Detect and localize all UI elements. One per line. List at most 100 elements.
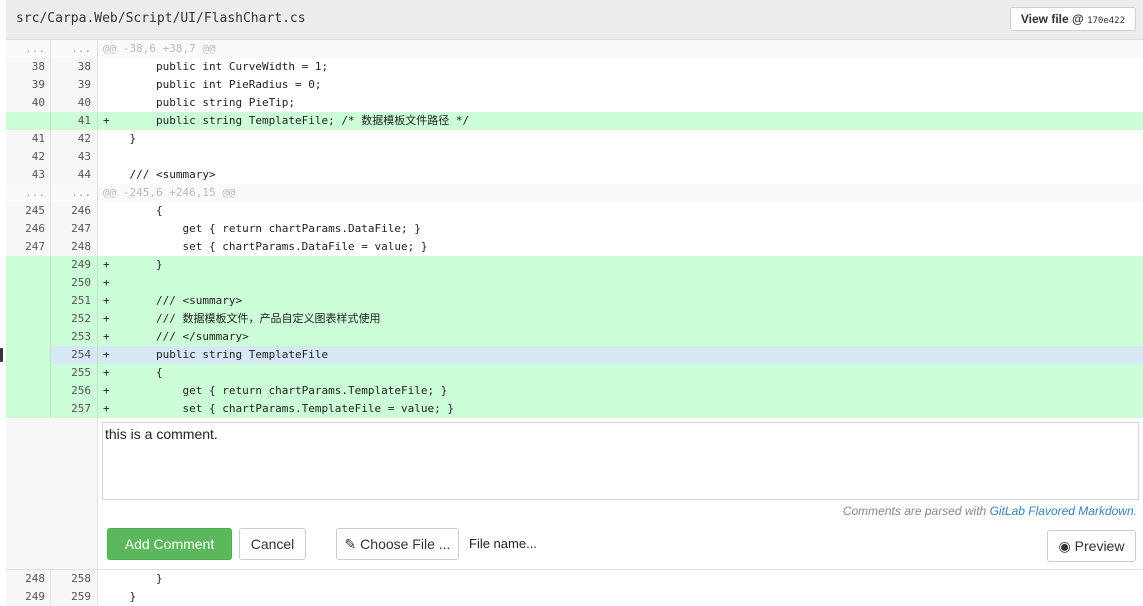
old-line-number[interactable] [6, 400, 51, 418]
code-line: } [103, 132, 137, 145]
old-line-number[interactable]: 246 [6, 220, 51, 238]
old-line-number[interactable]: ... [6, 184, 51, 202]
diff-line: 253 + /// </summary> [6, 328, 1143, 346]
diff-line: 39 39 public int PieRadius = 0; [6, 76, 1143, 94]
cancel-button[interactable]: Cancel [239, 528, 306, 560]
diff-line: 246 247 get { return chartParams.DataFile… [6, 220, 1143, 238]
diff-line: 245 246 { [6, 202, 1143, 220]
new-line-number[interactable]: 251 [51, 292, 98, 310]
diff-line: 251 + /// <summary> [6, 292, 1143, 310]
commit-sha: 170e422 [1087, 16, 1125, 26]
code-line: + /// </summary> [98, 328, 1143, 346]
new-line-number[interactable]: 248 [51, 238, 98, 256]
new-line-number[interactable]: 43 [51, 148, 98, 166]
diff-line: ...... @@ -38,6 +38,7 @@ [6, 40, 1143, 58]
old-line-number[interactable] [6, 274, 51, 292]
code-line: set { chartParams.DataFile = value; } [103, 240, 428, 253]
new-line-number[interactable]: 259 [51, 588, 98, 606]
new-line-number[interactable]: 249 [51, 256, 98, 274]
new-line-number[interactable]: 44 [51, 166, 98, 184]
old-line-number[interactable]: 42 [6, 148, 51, 166]
new-line-number[interactable]: ... [51, 40, 98, 58]
code-line: + /// 数据模板文件，产品自定义图表样式使用 [98, 310, 1143, 328]
code-line: + public string TemplateFile [98, 346, 1143, 364]
code-line: } [103, 572, 163, 585]
preview-button[interactable]: ◉ Preview [1047, 530, 1136, 562]
old-line-number[interactable]: 38 [6, 58, 51, 76]
new-line-number[interactable]: ... [51, 184, 98, 202]
new-line-number[interactable]: 250 [51, 274, 98, 292]
new-line-number[interactable]: 257 [51, 400, 98, 418]
new-line-number[interactable]: 253 [51, 328, 98, 346]
markdown-hint: Comments are parsed with GitLab Flavored… [843, 504, 1137, 518]
code-line: public int PieRadius = 0; [103, 78, 322, 91]
old-line-number[interactable]: 249 [6, 588, 51, 606]
code-line: @@ -245,6 +246,15 @@ [98, 184, 1143, 202]
old-line-number[interactable] [6, 328, 51, 346]
old-line-number[interactable]: 248 [6, 570, 51, 588]
diff-line: ...... @@ -245,6 +246,15 @@ [6, 184, 1143, 202]
new-line-number[interactable]: 256 [51, 382, 98, 400]
add-comment-button[interactable]: Add Comment [107, 528, 232, 560]
code-line: + set { chartParams.TemplateFile = value… [98, 400, 1143, 418]
diff-line: 252 + /// 数据模板文件，产品自定义图表样式使用 [6, 310, 1143, 328]
old-line-number[interactable] [6, 112, 51, 130]
code-line: + [98, 274, 1143, 292]
old-line-number[interactable]: 39 [6, 76, 51, 94]
diff-line: 41 42 } [6, 130, 1143, 148]
diff-line: 248 258 } [6, 570, 1143, 588]
diff-line: 254 + public string TemplateFile [6, 346, 1143, 364]
comment-textarea[interactable]: this is a comment. [102, 422, 1139, 500]
new-line-number[interactable]: 39 [51, 76, 98, 94]
old-line-number[interactable]: 40 [6, 94, 51, 112]
code-line: + } [98, 256, 1143, 274]
diff-line: 249 259 } [6, 588, 1143, 606]
file-header: src/Carpa.Web/Script/UI/FlashChart.cs Vi… [6, 0, 1143, 40]
old-line-number[interactable] [6, 256, 51, 274]
choose-file-button[interactable]: ✎ Choose File ... [336, 528, 459, 560]
code-line: /// <summary> [103, 168, 216, 181]
new-line-number[interactable]: 38 [51, 58, 98, 76]
diff-line: 257 + set { chartParams.TemplateFile = va… [6, 400, 1143, 418]
new-line-number[interactable]: 258 [51, 570, 98, 588]
scroll-position-marker[interactable] [0, 348, 3, 362]
view-file-label: View file @ [1020, 12, 1084, 26]
old-line-number[interactable] [6, 382, 51, 400]
new-line-number[interactable]: 41 [51, 112, 98, 130]
old-line-number[interactable]: ... [6, 40, 51, 58]
code-line: + public string TemplateFile; /* 数据模板文件路… [98, 112, 1143, 130]
new-line-number[interactable]: 247 [51, 220, 98, 238]
code-line: get { return chartParams.DataFile; } [103, 222, 421, 235]
old-line-number[interactable] [6, 364, 51, 382]
diff-line: 42 43 [6, 148, 1143, 166]
code-line: + /// <summary> [98, 292, 1143, 310]
view-file-button[interactable]: View file @ 170e422 [1009, 7, 1136, 31]
diff-rows-top: ...... @@ -38,6 +38,7 @@ 38 38 public int C… [6, 40, 1143, 418]
code-line: } [103, 590, 137, 603]
diff-line: 256 + get { return chartParams.TemplateFi… [6, 382, 1143, 400]
comment-form: this is a comment. Comments are parsed w… [6, 418, 1143, 570]
diff-line: 255 + { [6, 364, 1143, 382]
old-line-number[interactable]: 245 [6, 202, 51, 220]
new-line-number[interactable]: 246 [51, 202, 98, 220]
old-line-number[interactable] [6, 292, 51, 310]
markdown-link[interactable]: GitLab Flavored Markdown [990, 504, 1134, 518]
diff-line: 250 + [6, 274, 1143, 292]
old-line-number[interactable]: 41 [6, 130, 51, 148]
new-line-number[interactable]: 42 [51, 130, 98, 148]
code-line: @@ -38,6 +38,7 @@ [98, 40, 1143, 58]
code-line: public string PieTip; [103, 96, 296, 109]
file-name-label: File name... [469, 536, 537, 551]
old-line-number[interactable]: 43 [6, 166, 51, 184]
markdown-hint-prefix: Comments are parsed with [842, 504, 990, 518]
old-line-number[interactable] [6, 310, 51, 328]
diff-line: 41 + public string TemplateFile; /* 数据模板文… [6, 112, 1143, 130]
old-line-number[interactable]: 247 [6, 238, 51, 256]
new-line-number[interactable]: 255 [51, 364, 98, 382]
diff-line: 247 248 set { chartParams.DataFile = valu… [6, 238, 1143, 256]
new-line-number[interactable]: 252 [51, 310, 98, 328]
new-line-number[interactable]: 40 [51, 94, 98, 112]
old-line-number[interactable] [6, 346, 51, 364]
new-line-number[interactable]: 254 [51, 346, 98, 364]
